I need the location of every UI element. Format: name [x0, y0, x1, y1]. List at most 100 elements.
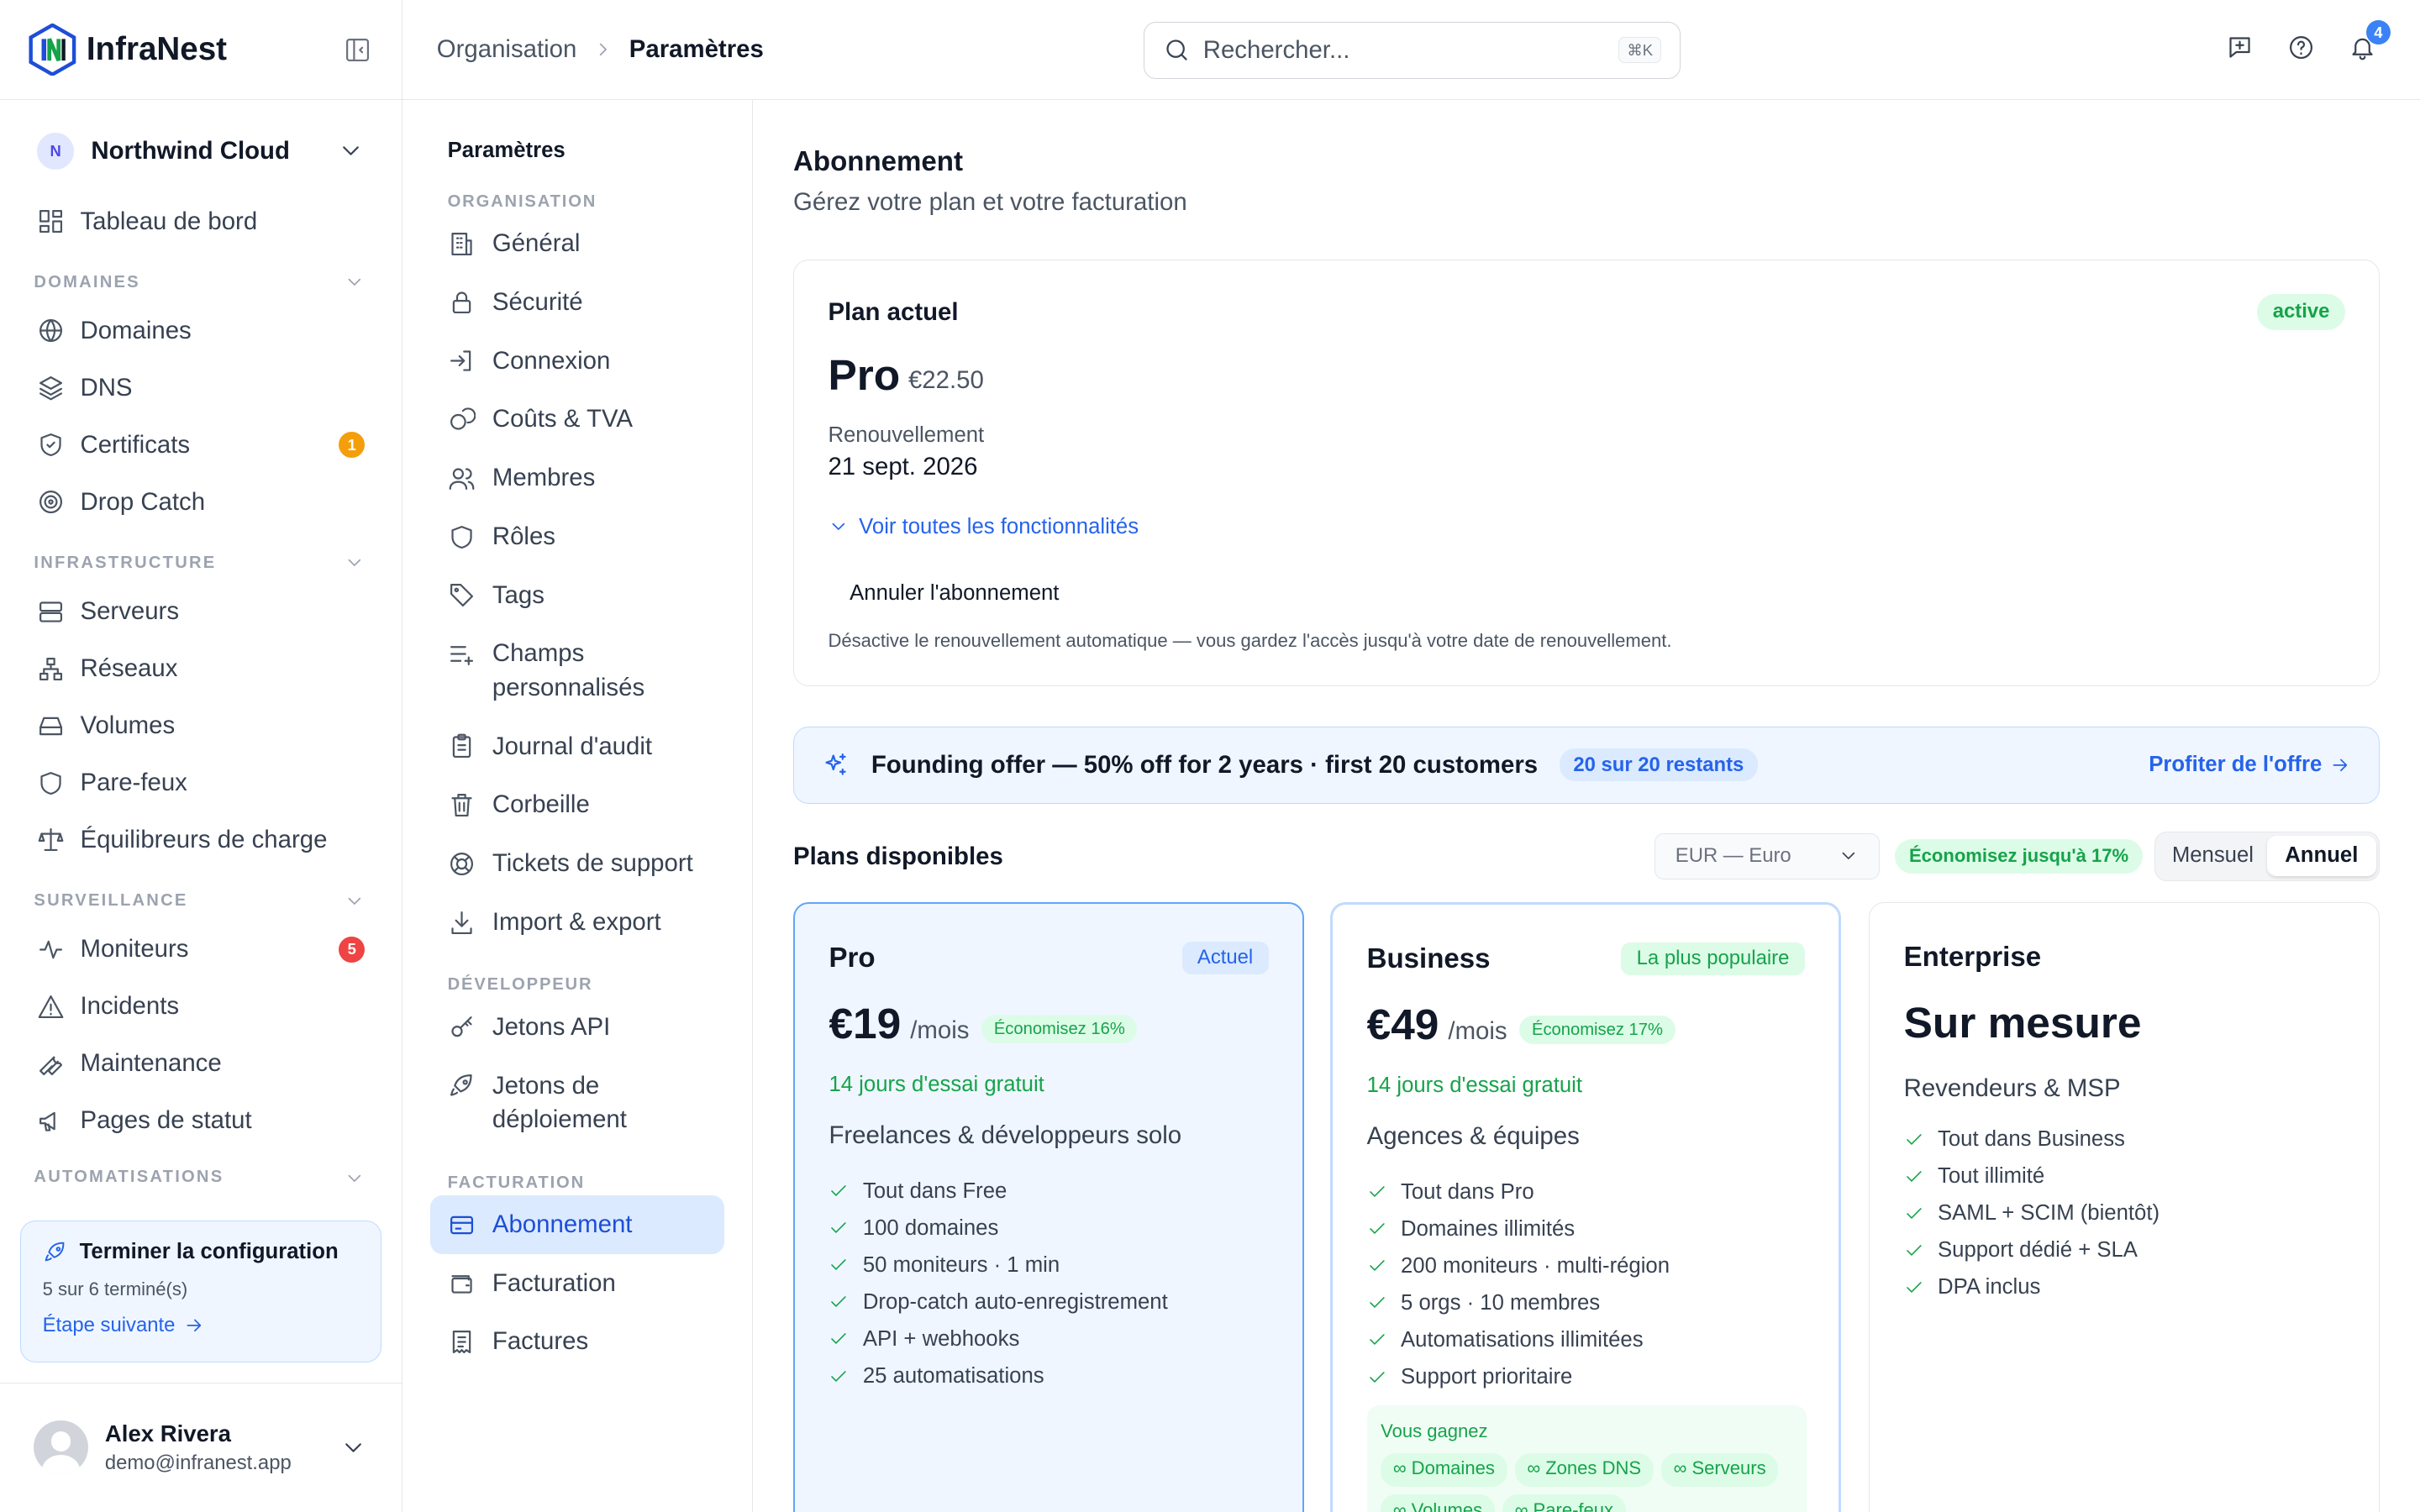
settings-item-label: Rôles: [492, 522, 555, 550]
sidebar-item-certificates[interactable]: Certificats 1: [0, 417, 402, 474]
settings-item-login[interactable]: Connexion: [430, 332, 724, 391]
wallet-icon: [451, 1275, 472, 1294]
current-plan-title: Plan actuel: [828, 298, 959, 327]
sidebar-item-load-balancers[interactable]: Équilibreurs de charge: [0, 811, 402, 869]
sidebar-item-incidents[interactable]: Incidents: [0, 978, 402, 1035]
sidebar-section-infrastructure[interactable]: INFRASTRUCTURE: [0, 543, 402, 583]
sidebar-item-label: Réseaux: [80, 654, 178, 683]
feature-label: Automatisations illimitées: [1401, 1327, 1644, 1352]
trial-text: 14 jours d'essai gratuit: [829, 1072, 1044, 1096]
gain-chip: ∞ Serveurs: [1660, 1452, 1779, 1488]
settings-item-tags[interactable]: Tags: [430, 566, 724, 625]
layers-icon: [39, 376, 63, 401]
settings-item-costs[interactable]: Coûts & TVA: [430, 391, 724, 449]
settings-item-general[interactable]: Général: [430, 214, 724, 273]
settings-item-subscription[interactable]: Abonnement: [430, 1195, 725, 1254]
plan-savings-badge: Économisez 16%: [981, 1015, 1138, 1044]
sidebar-section-monitoring[interactable]: SURVEILLANCE: [0, 881, 402, 921]
search-icon: [1166, 39, 1187, 60]
shield-check-icon: [40, 433, 61, 457]
feature-label: 200 moniteurs · multi-région: [1401, 1253, 1670, 1278]
sidebar-item-dashboard[interactable]: Tableau de bord: [0, 193, 402, 250]
popular-tag: La plus populaire: [1621, 942, 1805, 975]
current-plan-price: €22.50: [908, 366, 984, 395]
billing-annual-option[interactable]: Annuel: [2267, 836, 2376, 877]
settings-item-members[interactable]: Membres: [430, 449, 724, 507]
sidebar-item-domains[interactable]: Domaines: [0, 302, 402, 360]
settings-item-label: Général: [492, 228, 581, 257]
plan-card-business[interactable]: Business La plus populaire €49 /mois Éco…: [1330, 902, 1842, 1512]
server-icon: [39, 601, 63, 622]
currency-select[interactable]: EUR — Euro: [1654, 832, 1881, 879]
breadcrumb-organisation[interactable]: Organisation: [437, 35, 577, 64]
sidebar-collapse-icon[interactable]: [344, 36, 371, 64]
org-name: Northwind Cloud: [91, 136, 290, 165]
notifications-button[interactable]: 4: [2349, 19, 2391, 68]
section-title: AUTOMATISATIONS: [34, 1168, 224, 1184]
sidebar-item-volumes[interactable]: Volumes: [0, 697, 402, 754]
feature-label: Support prioritaire: [1401, 1364, 1573, 1389]
gains-chips: ∞ Domaines ∞ Zones DNS ∞ Serveurs ∞ Volu…: [1381, 1452, 1792, 1512]
sidebar-item-label: Volumes: [80, 711, 176, 740]
feature-item: Tout illimité: [1904, 1158, 2160, 1195]
sidebar-item-servers[interactable]: Serveurs: [0, 583, 402, 640]
search-box[interactable]: ⌘K: [1143, 21, 1681, 79]
settings-item-custom-fields[interactable]: Champs personnalisés: [430, 625, 724, 717]
login-icon: [450, 350, 471, 371]
sidebar-item-label: Tableau de bord: [80, 207, 258, 235]
settings-item-billing[interactable]: Facturation: [430, 1254, 724, 1313]
settings-item-roles[interactable]: Rôles: [430, 507, 724, 566]
help-icon[interactable]: [2287, 34, 2315, 61]
sidebar-item-firewalls[interactable]: Pare-feux: [0, 754, 402, 811]
settings-menu-title: Paramètres: [447, 139, 566, 163]
plan-card-enterprise[interactable]: Enterprise Sur mesure Revendeurs & MSP T…: [1869, 902, 2381, 1512]
settings-item-support[interactable]: Tickets de support: [430, 834, 724, 893]
gain-chip: ∞ Volumes: [1381, 1494, 1495, 1512]
cancel-subscription-button[interactable]: Annuler l'abonnement: [831, 575, 1077, 612]
settings-item-audit-log[interactable]: Journal d'audit: [430, 717, 724, 776]
settings-item-api-tokens[interactable]: Jetons API: [430, 998, 724, 1057]
plan-price: €49 /mois Économisez 17%: [1367, 999, 1676, 1049]
avatar: [34, 1420, 88, 1475]
settings-item-import-export[interactable]: Import & export: [430, 893, 724, 952]
section-title: INFRASTRUCTURE: [34, 553, 217, 572]
sidebar-item-maintenance[interactable]: Maintenance: [0, 1035, 402, 1092]
clipboard-icon: [452, 733, 471, 759]
next-step-link[interactable]: Étape suivante: [43, 1314, 359, 1337]
shield-icon: [40, 771, 61, 795]
sidebar-item-monitors[interactable]: Moniteurs 5: [0, 921, 402, 978]
sidebar-item-label: Certificats: [80, 430, 191, 459]
infranest-logo-icon: [29, 23, 76, 76]
sidebar-section-domains[interactable]: DOMAINES: [0, 262, 402, 302]
sidebar-item-status-pages[interactable]: Pages de statut: [0, 1092, 402, 1149]
check-icon: [831, 1185, 847, 1196]
settings-item-trash[interactable]: Corbeille: [430, 776, 724, 835]
sidebar-item-label: Pare-feux: [80, 769, 187, 797]
org-switcher[interactable]: N Northwind Cloud: [0, 100, 402, 202]
settings-item-security[interactable]: Sécurité: [430, 273, 724, 332]
chevron-down-icon: [833, 523, 845, 531]
check-icon: [831, 1296, 847, 1308]
claim-offer-link[interactable]: Profiter de l'offre: [2149, 753, 2351, 777]
price-period: /mois: [910, 1016, 970, 1045]
plan-card-pro[interactable]: Pro Actuel €19 /mois Économisez 16% 14 j…: [793, 902, 1304, 1512]
sidebar-item-label: Domaines: [80, 316, 192, 344]
sidebar-item-drop-catch[interactable]: Drop Catch: [0, 474, 402, 531]
settings-item-deploy-tokens[interactable]: Jetons de déploiement: [430, 1057, 724, 1149]
scale-icon: [38, 828, 64, 852]
settings-item-invoices[interactable]: Factures: [430, 1313, 724, 1372]
settings-item-label: Champs personnalisés: [492, 639, 645, 701]
user-menu[interactable]: Alex Rivera demo@infranest.app: [0, 1382, 402, 1512]
sidebar-item-dns[interactable]: DNS: [0, 360, 402, 417]
list-plus-icon: [450, 646, 473, 666]
sidebar-item-networks[interactable]: Réseaux: [0, 640, 402, 697]
search-input[interactable]: [1202, 35, 1619, 65]
view-features-link[interactable]: Voir toutes les fonctionnalités: [828, 515, 1139, 539]
brand: InfraNest: [0, 0, 402, 101]
sidebar-section-automations[interactable]: AUTOMATISATIONS: [0, 1162, 402, 1184]
current-plan-name: Pro: [828, 350, 901, 400]
feature-label: Tout dans Free: [862, 1179, 1007, 1203]
check-icon: [1369, 1223, 1385, 1234]
billing-monthly-option[interactable]: Mensuel: [2159, 836, 2267, 876]
feedback-icon[interactable]: [2226, 34, 2254, 61]
